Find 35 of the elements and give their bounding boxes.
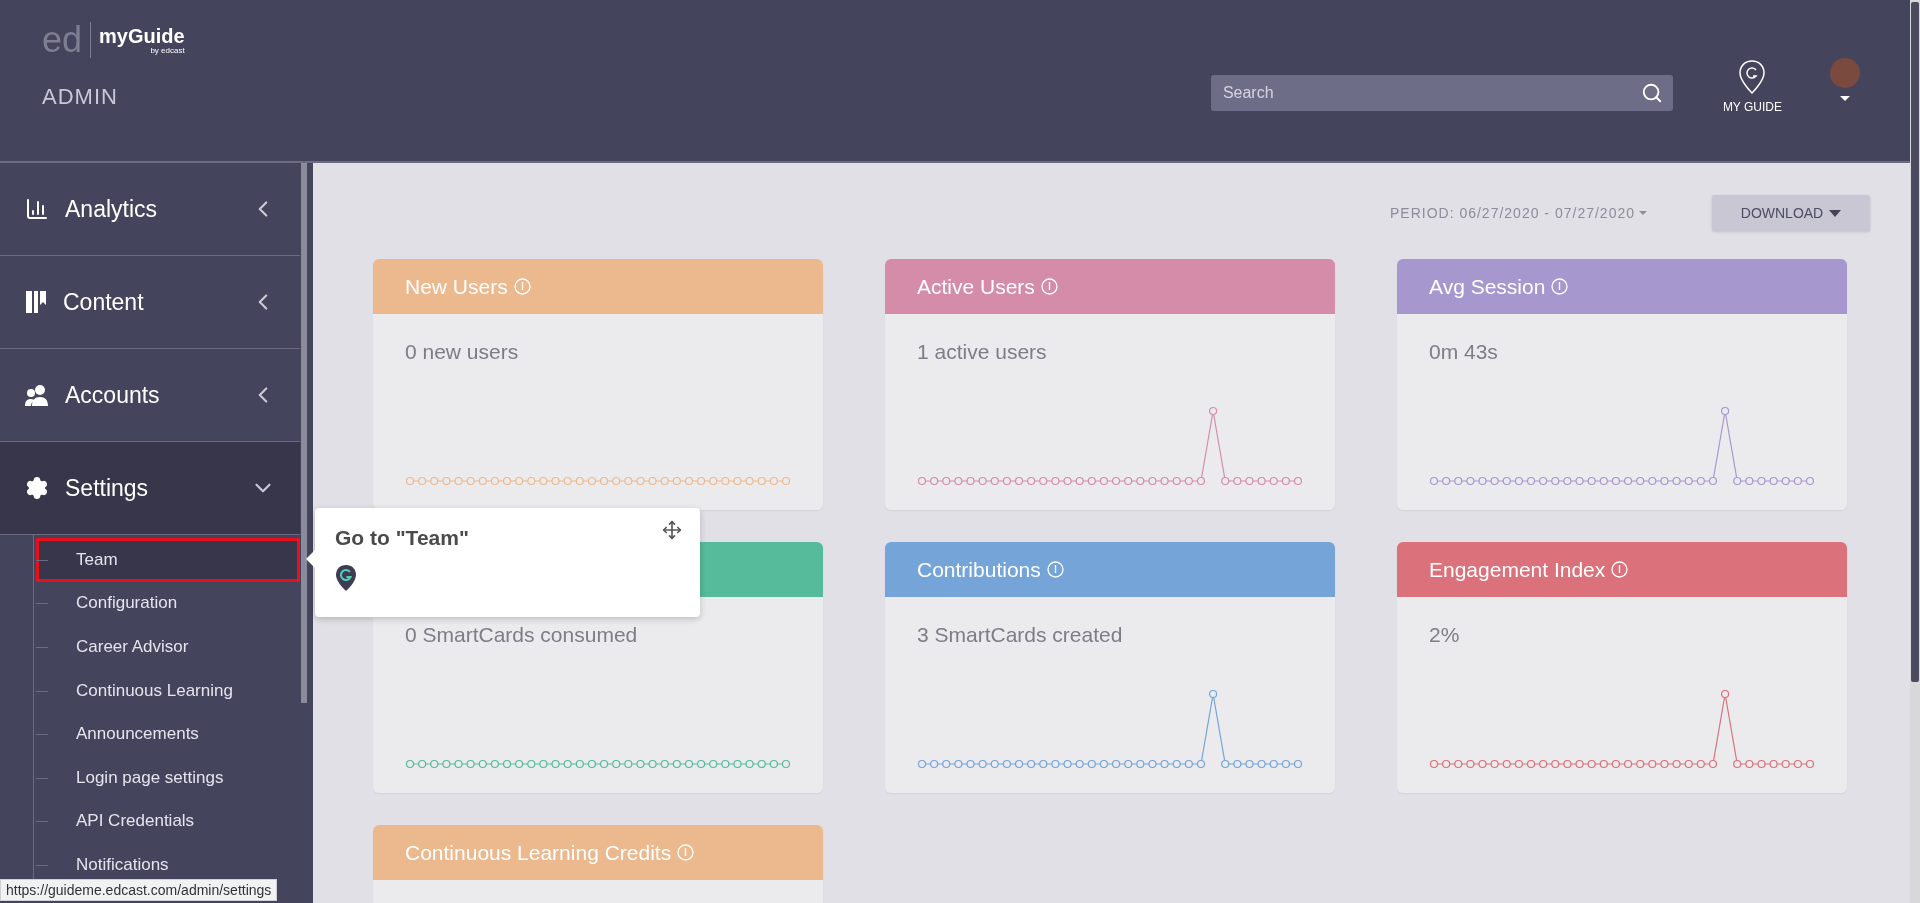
menu-item[interactable]: Settings xyxy=(0,442,300,535)
card-title: Avg Session xyxy=(1429,274,1546,299)
card-title: Engagement Index xyxy=(1429,557,1606,582)
my-guide-button[interactable]: MY GUIDE xyxy=(1722,60,1782,114)
menu-label: Settings xyxy=(65,474,150,502)
menu-item[interactable]: Analytics xyxy=(0,163,300,256)
download-button[interactable]: DOWNLOAD xyxy=(1712,195,1870,231)
logo-byline: by edcast xyxy=(150,45,185,55)
menu-label: Content xyxy=(63,288,145,316)
card-title: Active Users xyxy=(917,274,1035,299)
menu-label: Accounts xyxy=(65,381,161,409)
admin-title: ADMIN xyxy=(42,84,119,110)
card-value: 0 new users xyxy=(405,340,520,364)
card-value: 1 active users xyxy=(917,340,1048,364)
card-value: 0 SmartCards consumed xyxy=(405,623,639,647)
search-field[interactable]: Search xyxy=(1210,75,1673,111)
menu-label: Analytics xyxy=(65,195,159,223)
card-title: Continuous Learning Credits xyxy=(405,840,672,865)
logo-name: myGuide xyxy=(99,25,185,46)
submenu-item[interactable]: Configuration xyxy=(36,581,300,626)
card-title: Contributions xyxy=(917,557,1041,582)
tooltip-title: Go to "Team" xyxy=(335,526,469,550)
submenu-item[interactable]: Login page settings xyxy=(36,755,300,800)
card-title: New Users xyxy=(405,274,508,299)
card-value: 2% xyxy=(1429,623,1461,647)
submenu-item[interactable]: API Credentials xyxy=(36,799,300,844)
submenu-item[interactable]: Team xyxy=(36,538,300,582)
submenu-item[interactable]: Career Advisor xyxy=(36,625,300,669)
submenu-item[interactable]: Announcements xyxy=(36,712,300,756)
submenu-item[interactable]: Continuous Learning xyxy=(36,668,300,713)
menu-item[interactable]: Content xyxy=(0,256,300,349)
card-value: 3 SmartCards created xyxy=(917,623,1124,647)
card-value: 0m 43s xyxy=(1429,340,1499,364)
logo-mark: ed xyxy=(42,22,92,58)
url-tooltip: https://guideme.edcast.com/admin/settings xyxy=(0,879,278,901)
